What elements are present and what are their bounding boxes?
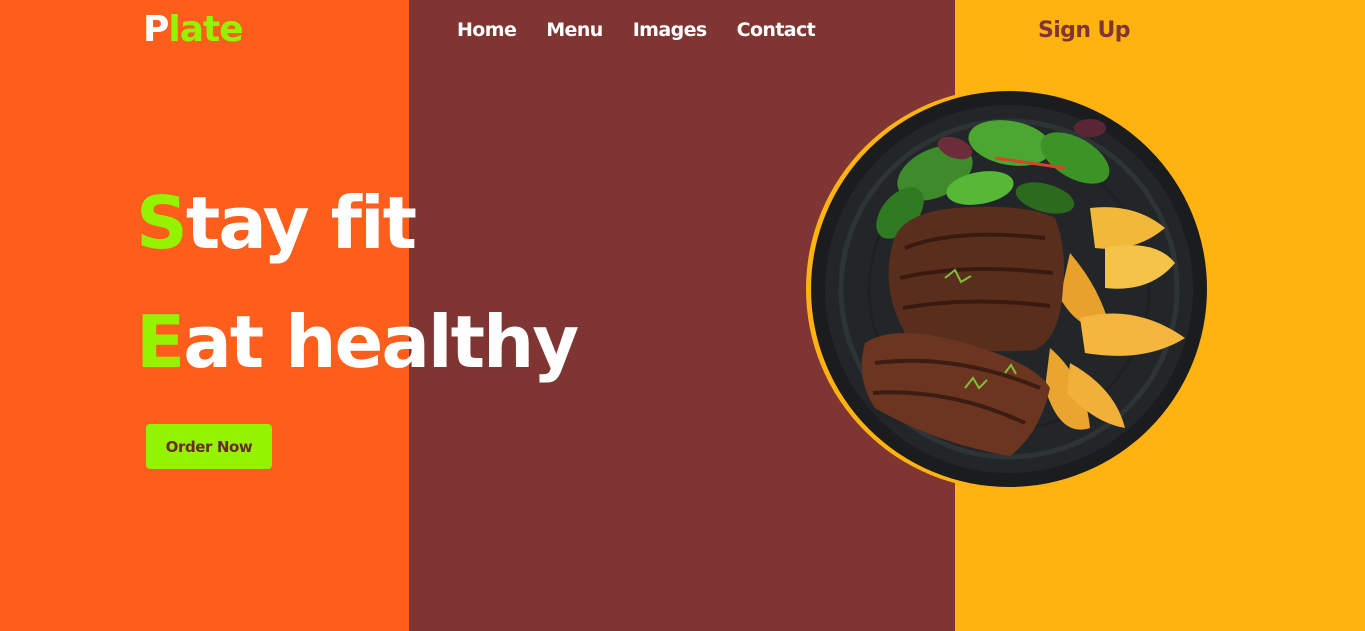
steak-plate-illustration [806, 88, 1208, 490]
hero-line-stay-fit: Stay fit [136, 181, 417, 265]
hero-accent-letter: S [136, 181, 188, 265]
brand-logo-rest: late [168, 9, 243, 50]
nav-item-menu[interactable]: Menu [546, 17, 603, 43]
order-now-button[interactable]: Order Now [146, 424, 272, 469]
hero-line-eat-healthy: Eat healthy [136, 300, 579, 384]
hero-accent-letter: E [136, 300, 185, 384]
hero-line-text: at healthy [183, 300, 579, 384]
nav-item-contact[interactable]: Contact [737, 17, 816, 43]
nav-item-images[interactable]: Images [633, 17, 707, 43]
hero-line-text: tay fit [185, 181, 417, 265]
brand-logo[interactable]: Plate [143, 8, 244, 52]
main-nav: Home Menu Images Contact [457, 17, 845, 43]
brand-logo-first-letter: P [143, 9, 169, 50]
sign-up-link[interactable]: Sign Up [1038, 17, 1130, 45]
nav-item-home[interactable]: Home [457, 17, 517, 43]
food-plate-image [805, 88, 1209, 490]
